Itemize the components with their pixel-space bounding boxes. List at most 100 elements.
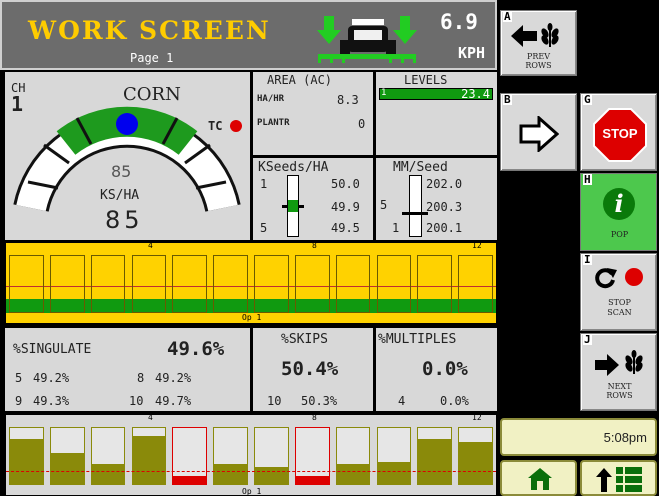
row-column [9, 255, 44, 313]
clock-time: 5:08pm [603, 430, 647, 445]
row-column [131, 255, 167, 313]
next-page-button[interactable]: B [500, 93, 577, 171]
stop-button[interactable]: G STOP [580, 93, 657, 171]
softkey-letter-j: J [583, 333, 592, 346]
row-status-bar-bottom[interactable]: 4 8 12 Op 1 [5, 413, 497, 496]
prev-rows-label: PREV ROWS [525, 52, 552, 70]
row-level-fill [91, 464, 125, 484]
row-bar-red-dashed-line [6, 471, 496, 472]
row-level-fill [377, 462, 411, 484]
softkey-letter-g: G [583, 93, 592, 106]
row-level-fill [214, 464, 247, 484]
multiples-row: 4 [398, 394, 406, 408]
row-status-bar-top[interactable]: 4 8 12 Op 1 [5, 241, 497, 324]
singulation-row-c: 9 [15, 394, 23, 408]
row-level-column [417, 427, 453, 485]
mmseed-range-marker [402, 212, 428, 215]
stop-scan-button[interactable]: I STOP SCAN [580, 253, 657, 331]
kseeds-value-3: 49.5 [331, 221, 360, 235]
multiples-panel[interactable]: %MULTIPLES 0.0% 4 0.0% [376, 328, 497, 411]
page-indicator: Page 1 [130, 51, 174, 65]
singulation-panel[interactable]: %SINGULATE 49.6% 5 49.2% 8 49.2% 9 49.3%… [5, 328, 250, 411]
row-column [254, 255, 289, 313]
wheat-icon [625, 350, 643, 374]
softkey-letter-a: A [503, 10, 512, 23]
screen-title: WORK SCREEN [28, 16, 271, 45]
row-column [376, 255, 412, 313]
row-level-column [49, 427, 85, 485]
crop-gauge-panel[interactable]: CH 1 CORN TC 85 KS/HA 85 [5, 72, 250, 240]
population-button[interactable]: H i POP [580, 173, 657, 251]
levels-panel[interactable]: LEVELS 1 23.4 [376, 72, 497, 155]
row-level-column [335, 427, 371, 485]
wheat-icon [541, 23, 559, 47]
multiples-row-value: 0.0% [440, 394, 469, 408]
row-level-column [172, 427, 208, 485]
ground-speed-unit: KPH [458, 44, 486, 62]
row-alarm-fill [173, 476, 207, 484]
planter-value: 0 [358, 117, 366, 131]
pop-label: POP [610, 230, 629, 239]
softkey-letter-h: H [583, 173, 592, 186]
singulation-row-b: 8 [137, 371, 145, 385]
tc-status-icon [230, 120, 242, 132]
multiples-value: 0.0% [422, 358, 468, 380]
menu-button[interactable] [580, 460, 657, 496]
mmseed-value-3: 200.1 [426, 221, 463, 235]
mmseed-panel[interactable]: MM/Seed 5 1 202.0 200.3 200.1 [376, 158, 497, 240]
singulation-title: %SINGULATE [13, 342, 92, 357]
row-tick-8: 8 [312, 413, 317, 422]
kseeds-range-bar [282, 175, 304, 237]
row-level-column [254, 427, 289, 485]
row-tick-12: 12 [472, 241, 482, 250]
clock-display: 5:08pm [500, 418, 657, 456]
mmseed-bottom-row: 1 [392, 221, 400, 235]
row-column [294, 255, 330, 313]
mmseed-value-1: 202.0 [426, 177, 463, 191]
area-rate-label: HA/HR [257, 94, 285, 104]
kseeds-panel[interactable]: KSeeds/HA 1 5 50.0 49.9 49.5 [253, 158, 373, 240]
refresh-icon [595, 268, 617, 289]
next-rows-button[interactable]: J NEXT ROWS [580, 333, 657, 411]
row-column [213, 255, 248, 313]
prev-rows-button[interactable]: A PREV ROWS [500, 10, 577, 76]
area-panel[interactable]: AREA (AC) HA/HR 8.3 PLANTR 0 [253, 72, 373, 155]
skips-title: %SKIPS [281, 332, 328, 347]
kseeds-bottom-row: 5 [260, 221, 268, 235]
home-button[interactable] [500, 460, 577, 496]
stop-label: STOP [602, 126, 638, 141]
row-tick-4: 4 [148, 241, 153, 250]
singulation-row-a: 5 [15, 371, 23, 385]
row-level-column [90, 427, 126, 485]
row-level-fill [132, 436, 166, 484]
info-icon: i [603, 188, 635, 220]
kseeds-top-row: 1 [260, 177, 268, 191]
area-rate-value: 8.3 [337, 93, 359, 107]
skips-panel[interactable]: %SKIPS 50.4% 10 50.3% [253, 328, 373, 411]
row-bar-footer: Op 1 [242, 487, 262, 496]
row-column [90, 255, 126, 313]
multiples-title: %MULTIPLES [378, 332, 457, 347]
row-column [458, 255, 493, 313]
kseeds-value-2: 49.9 [331, 200, 360, 214]
row-tick-8: 8 [312, 241, 317, 250]
row-bar-footer: Op 1 [242, 313, 262, 322]
row-level-fill [459, 442, 492, 484]
singulation-row-d-value: 49.7% [155, 394, 192, 408]
levels-title: LEVELS [404, 73, 448, 87]
arrow-right-icon [595, 354, 619, 376]
arrow-right-icon [519, 116, 559, 152]
population-value: 85 [105, 206, 144, 234]
kseeds-title: KSeeds/HA [258, 160, 329, 175]
kseeds-range-fill [288, 200, 298, 212]
tractor-icon [314, 14, 420, 64]
softkey-letter-i: I [583, 253, 592, 266]
row-level-column [294, 427, 330, 485]
row-column [172, 255, 208, 313]
row-column [335, 255, 371, 313]
skips-row: 10 [267, 394, 282, 408]
singulation-value: 49.6% [167, 338, 225, 360]
area-title: AREA (AC) [267, 73, 333, 87]
menu-grid-icon [616, 467, 642, 492]
next-rows-label: NEXT ROWS [606, 382, 633, 400]
